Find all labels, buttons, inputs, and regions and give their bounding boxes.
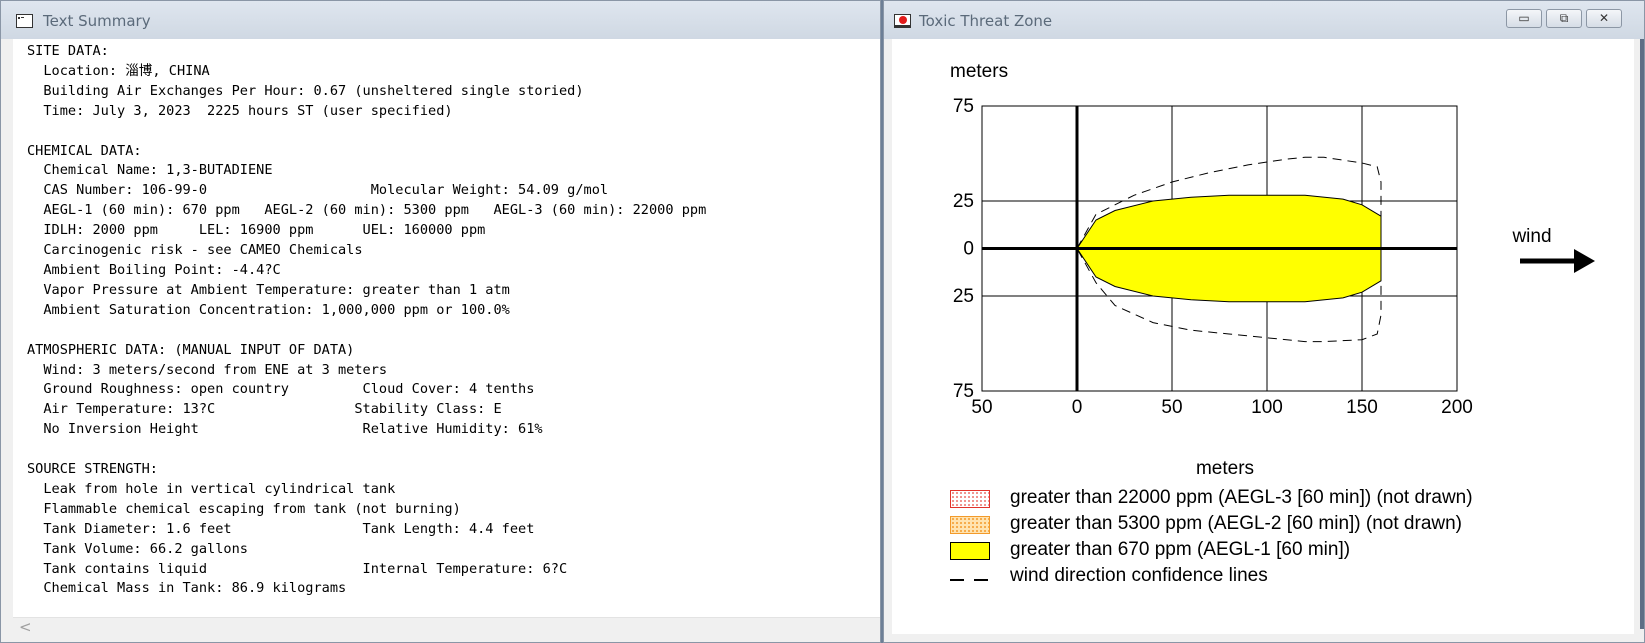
x-tick-label: 100 bbox=[1251, 397, 1283, 418]
window-title: Text Summary bbox=[43, 12, 151, 30]
x-tick-label: 50 bbox=[1161, 397, 1182, 418]
close-button[interactable]: ✕ bbox=[1586, 9, 1622, 28]
text-summary-content[interactable]: SITE DATA: Location: 淄博, CHINA Building … bbox=[13, 39, 880, 620]
wind-arrow: wind bbox=[1511, 226, 1595, 273]
y-tick-label: 25 bbox=[953, 286, 974, 307]
scroll-left-arrow-icon[interactable]: < bbox=[19, 618, 32, 636]
threat-zone-chart: meters meters 50 0 50 100 150 200 75 25 0 25 75 wi… bbox=[950, 61, 1595, 479]
legend-swatch-icon bbox=[950, 516, 990, 534]
y-axis-label: meters bbox=[950, 61, 1008, 82]
toxic-threat-zone-window: Toxic Threat Zone ▭ ⧉ ✕ meters meters 50… bbox=[883, 0, 1645, 643]
plot-area: 50 0 50 100 150 200 75 25 0 25 75 bbox=[953, 96, 1473, 418]
wind-label: wind bbox=[1511, 226, 1551, 247]
window-app-icon bbox=[16, 14, 33, 28]
legend-label: greater than 5300 ppm (AEGL-2 [60 min]) … bbox=[1010, 513, 1463, 534]
minimize-button[interactable]: ▭ bbox=[1506, 9, 1542, 28]
y-tick-label: 75 bbox=[953, 96, 974, 117]
legend-label: greater than 22000 ppm (AEGL-3 [60 min])… bbox=[1010, 487, 1473, 508]
legend-swatch-icon bbox=[950, 579, 990, 581]
threat-zone-app-icon bbox=[894, 14, 911, 28]
y-tick-label: 25 bbox=[953, 191, 974, 212]
y-tick-label: 0 bbox=[963, 239, 974, 260]
x-tick-label: 50 bbox=[971, 397, 992, 418]
window-title: Toxic Threat Zone bbox=[919, 12, 1053, 30]
x-tick-label: 0 bbox=[1072, 397, 1083, 418]
maximize-button[interactable]: ⧉ bbox=[1546, 9, 1582, 28]
wind-arrow-head-icon bbox=[1574, 249, 1595, 273]
summary-text: SITE DATA: Location: 淄博, CHINA Building … bbox=[27, 43, 707, 597]
legend-swatch-icon bbox=[950, 542, 990, 560]
x-tick-label: 150 bbox=[1346, 397, 1378, 418]
text-summary-titlebar[interactable]: Text Summary bbox=[1, 1, 880, 39]
horizontal-scrollbar[interactable]: < bbox=[13, 617, 880, 636]
legend-label: wind direction confidence lines bbox=[1010, 565, 1268, 586]
window-edge bbox=[1640, 39, 1644, 629]
y-tick-label: 75 bbox=[953, 381, 974, 402]
legend-label: greater than 670 ppm (AEGL-1 [60 min]) bbox=[1010, 539, 1351, 560]
x-tick-label: 200 bbox=[1441, 397, 1473, 418]
threat-zone-titlebar[interactable]: Toxic Threat Zone ▭ ⧉ ✕ bbox=[884, 1, 1644, 39]
x-axis-label: meters bbox=[1196, 458, 1254, 479]
text-summary-window: Text Summary SITE DATA: Location: 淄博, CH… bbox=[0, 0, 881, 643]
threat-zone-canvas: meters meters 50 0 50 100 150 200 75 25 0 25 75 wi… bbox=[892, 39, 1634, 634]
legend-swatch-icon bbox=[950, 490, 990, 508]
